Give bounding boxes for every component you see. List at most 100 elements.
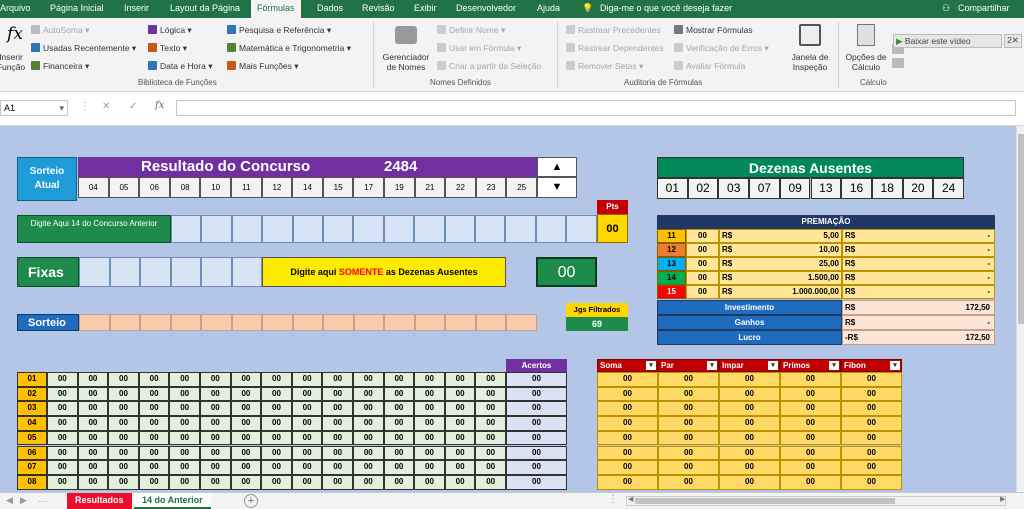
- game-cell[interactable]: 00: [291, 372, 323, 387]
- game-cell[interactable]: 00: [200, 474, 231, 490]
- game-cell[interactable]: 00: [383, 386, 415, 402]
- game-cell[interactable]: 00: [200, 372, 231, 387]
- formula-input[interactable]: [176, 100, 1016, 116]
- name-box[interactable]: A1 ▾: [0, 100, 68, 116]
- game-cell[interactable]: 00: [47, 416, 78, 431]
- tab-scroll-right-icon[interactable]: ▶: [20, 495, 27, 506]
- game-cell[interactable]: 00: [353, 416, 384, 431]
- tab-desenvolvedor[interactable]: Desenvolvedor: [456, 3, 516, 13]
- game-cell[interactable]: 00: [47, 401, 78, 417]
- game-cell[interactable]: 00: [414, 416, 445, 431]
- show-formulas-button[interactable]: Mostrar Fórmulas: [674, 25, 753, 35]
- game-cell[interactable]: 00: [291, 445, 323, 461]
- game-cell[interactable]: 00: [108, 430, 139, 446]
- sorteio-cell[interactable]: [262, 314, 293, 331]
- calc-options-button[interactable]: Opções de Cálculo: [842, 52, 890, 72]
- game-cell[interactable]: 00: [230, 445, 262, 461]
- digite-14-cell[interactable]: [262, 215, 293, 243]
- game-cell[interactable]: 00: [169, 445, 200, 461]
- game-cell[interactable]: 00: [475, 430, 506, 446]
- filter-dropdown-icon[interactable]: ▾: [890, 361, 900, 370]
- game-cell[interactable]: 00: [138, 416, 170, 431]
- scroll-up-button[interactable]: ▲: [537, 157, 577, 177]
- sorteio-cell[interactable]: [445, 314, 476, 331]
- sorteio-cell[interactable]: [140, 314, 171, 331]
- filter-dropdown-icon[interactable]: ▾: [707, 361, 717, 370]
- digite-14-cell[interactable]: [475, 215, 506, 243]
- stats-header-soma[interactable]: Soma ▾: [597, 359, 658, 372]
- game-cell[interactable]: 00: [261, 460, 292, 475]
- game-cell[interactable]: 00: [261, 430, 292, 446]
- game-cell[interactable]: 00: [475, 386, 506, 402]
- game-cell[interactable]: 00: [353, 460, 384, 475]
- sorteio-cell[interactable]: [231, 314, 262, 331]
- game-cell[interactable]: 00: [77, 386, 109, 402]
- game-cell[interactable]: 00: [47, 386, 78, 402]
- tab-arquivo[interactable]: Arquivo: [0, 3, 31, 13]
- game-cell[interactable]: 00: [108, 460, 139, 475]
- game-cell[interactable]: 00: [475, 416, 506, 431]
- fixa-cell[interactable]: [201, 257, 232, 287]
- name-manager-button[interactable]: Gerenciador de Nomes: [378, 52, 434, 72]
- digite-14-cell[interactable]: [323, 215, 354, 243]
- game-cell[interactable]: 00: [261, 445, 292, 461]
- game-cell[interactable]: 00: [200, 460, 231, 475]
- game-cell[interactable]: 00: [291, 386, 323, 402]
- tab-inserir[interactable]: Inserir: [124, 3, 149, 13]
- digite-14-cell[interactable]: [292, 215, 323, 243]
- insert-function-button[interactable]: Inserir Função: [0, 52, 28, 72]
- game-cell[interactable]: 00: [47, 430, 78, 446]
- digite-14-cell[interactable]: [201, 215, 232, 243]
- game-cell[interactable]: 00: [414, 401, 445, 417]
- digite-14-cell[interactable]: [444, 215, 475, 243]
- game-cell[interactable]: 00: [169, 386, 200, 402]
- game-cell[interactable]: 00: [230, 372, 262, 387]
- digite-14-cell[interactable]: [535, 215, 567, 243]
- game-cell[interactable]: 00: [77, 474, 109, 490]
- game-cell[interactable]: 00: [353, 386, 384, 402]
- financial-button[interactable]: Financeira ▾: [31, 61, 89, 72]
- lookup-button[interactable]: Pesquisa e Referência ▾: [227, 25, 331, 36]
- game-cell[interactable]: 00: [108, 386, 139, 402]
- sorteio-cell[interactable]: [384, 314, 415, 331]
- error-checking-button[interactable]: Verificação de Erros ▾: [674, 43, 769, 54]
- game-cell[interactable]: 00: [230, 474, 262, 490]
- sorteio-cell[interactable]: [475, 314, 506, 331]
- game-cell[interactable]: 00: [291, 460, 323, 475]
- game-cell[interactable]: 00: [291, 430, 323, 446]
- tab-pagina-inicial[interactable]: Página Inicial: [50, 3, 104, 13]
- game-cell[interactable]: 00: [291, 474, 323, 490]
- digite-14-cell[interactable]: [505, 215, 536, 243]
- game-cell[interactable]: 00: [414, 445, 445, 461]
- game-cell[interactable]: 00: [200, 386, 231, 402]
- game-cell[interactable]: 00: [291, 416, 323, 431]
- tab-formulas[interactable]: Fórmulas: [251, 0, 301, 18]
- game-cell[interactable]: 00: [444, 372, 476, 387]
- digite-14-cell[interactable]: [383, 215, 415, 243]
- game-cell[interactable]: 00: [444, 445, 476, 461]
- game-cell[interactable]: 00: [322, 430, 353, 446]
- sorteio-cell[interactable]: [109, 314, 140, 331]
- game-cell[interactable]: 00: [47, 460, 78, 475]
- game-cell[interactable]: 00: [169, 372, 200, 387]
- game-cell[interactable]: 00: [169, 401, 200, 417]
- game-cell[interactable]: 00: [169, 474, 200, 490]
- math-button[interactable]: Matemática e Trigonometria ▾: [227, 43, 351, 54]
- game-cell[interactable]: 00: [261, 401, 292, 417]
- game-cell[interactable]: 00: [353, 445, 384, 461]
- evaluate-formula-button[interactable]: Avaliar Fórmula: [674, 61, 745, 71]
- digite-14-cell[interactable]: [353, 215, 384, 243]
- game-cell[interactable]: 00: [77, 430, 109, 446]
- game-cell[interactable]: 00: [169, 430, 200, 446]
- game-cell[interactable]: 00: [77, 460, 109, 475]
- more-functions-button[interactable]: Mais Funções ▾: [227, 61, 299, 72]
- game-cell[interactable]: 00: [383, 416, 415, 431]
- game-cell[interactable]: 00: [475, 401, 506, 417]
- game-cell[interactable]: 00: [230, 430, 262, 446]
- digite-14-cell[interactable]: [171, 215, 202, 243]
- game-cell[interactable]: 00: [353, 372, 384, 387]
- game-cell[interactable]: 00: [444, 386, 476, 402]
- tab-scroll-left-icon[interactable]: ◀: [6, 495, 13, 506]
- game-cell[interactable]: 00: [475, 460, 506, 475]
- game-cell[interactable]: 00: [353, 401, 384, 417]
